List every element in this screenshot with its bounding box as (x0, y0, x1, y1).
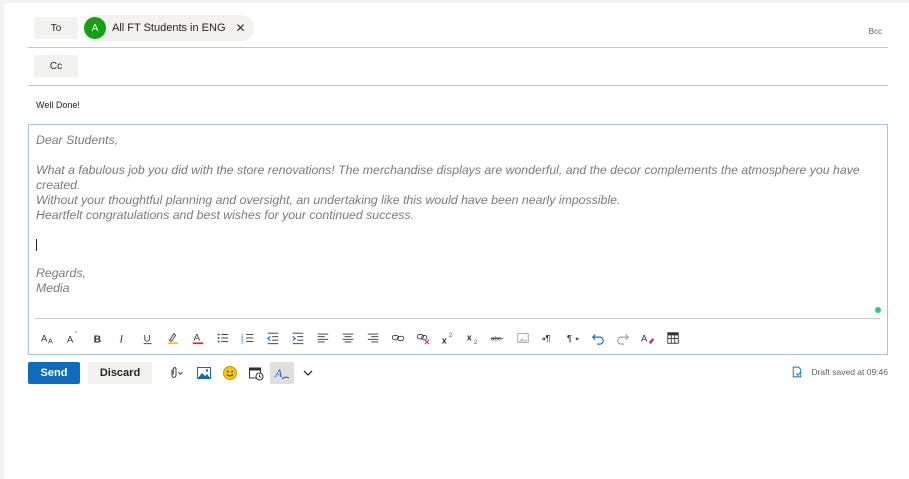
image-icon[interactable] (510, 328, 535, 348)
top-edge (0, 0, 909, 3)
svg-text:I: I (118, 334, 123, 345)
subject-field[interactable]: Well Done! (36, 100, 80, 110)
emoji-icon[interactable] (218, 362, 242, 384)
increase-indent-icon[interactable] (285, 328, 310, 348)
table-icon[interactable] (660, 328, 685, 348)
svg-text:x: x (466, 333, 471, 343)
recipient-name: All FT Students in ENG (112, 22, 226, 34)
editor-icon[interactable]: A (270, 362, 294, 384)
svg-text:¶: ¶ (566, 334, 571, 345)
redo-icon[interactable] (610, 328, 635, 348)
italic-icon[interactable]: I (110, 328, 135, 348)
svg-text:3: 3 (241, 339, 244, 344)
superscript-icon[interactable]: x2 (435, 328, 460, 348)
cc-button[interactable]: Cc (34, 55, 78, 77)
text-caret (36, 239, 37, 251)
subscript-icon[interactable]: x2 (460, 328, 485, 348)
body-line-2: Without your thoughtful planning and ove… (36, 193, 621, 207)
svg-text:A: A (274, 366, 283, 380)
bullets-icon[interactable] (210, 328, 235, 348)
svg-text:A: A (41, 334, 48, 345)
send-button[interactable]: Send (28, 362, 80, 384)
svg-text:ˇ: ˇ (74, 332, 77, 339)
align-center-icon[interactable] (335, 328, 360, 348)
clear-format-icon[interactable]: A (635, 328, 660, 348)
align-left-icon[interactable] (310, 328, 335, 348)
svg-text:U: U (143, 334, 150, 345)
svg-text:A: A (193, 333, 200, 344)
svg-text:2: 2 (473, 339, 477, 345)
bold-icon[interactable]: B (85, 328, 110, 348)
svg-text:x: x (441, 335, 446, 345)
align-right-icon[interactable] (360, 328, 385, 348)
draft-saved-icon (793, 366, 802, 378)
schedule-icon[interactable] (244, 362, 268, 384)
closing: Regards, (36, 266, 86, 280)
strikethrough-icon[interactable]: abc (485, 328, 510, 348)
remove-recipient-icon[interactable]: ✕ (236, 22, 246, 34)
discard-button[interactable]: Discard (88, 362, 152, 384)
svg-text:2: 2 (448, 332, 452, 339)
greeting: Dear Students, (36, 133, 119, 147)
draft-status: Draft saved at 09:46 (791, 366, 888, 378)
body-line-3: Heartfelt congratulations and best wishe… (36, 208, 414, 222)
message-body-editor[interactable]: Dear Students, What a fabulous job you d… (28, 124, 888, 355)
to-button[interactable]: To (34, 17, 78, 39)
svg-text:abc: abc (491, 336, 501, 343)
svg-text:A: A (48, 338, 53, 345)
status-dot (875, 307, 881, 313)
bcc-link[interactable]: Bcc (869, 27, 882, 36)
numbering-icon[interactable]: 123 (235, 328, 260, 348)
body-line-1: What a fabulous job you did with the sto… (36, 163, 860, 192)
avatar: A (84, 17, 106, 39)
highlight-icon[interactable] (160, 328, 185, 348)
compose-actions: Send Discard A (28, 362, 320, 384)
decrease-font-icon[interactable]: Aˇ (60, 328, 85, 348)
font-color-icon[interactable]: A (185, 328, 210, 348)
svg-text:A: A (66, 334, 73, 345)
more-options-chevron-icon[interactable] (296, 362, 320, 384)
recipient-chip[interactable]: A All FT Students in ENG ✕ (84, 15, 254, 41)
cc-row: Cc (28, 48, 888, 86)
ltr-icon[interactable]: ¶ (535, 328, 560, 348)
format-toolbar: AA Aˇ B I U A 123 x2 x2 abc ¶ ¶ A (35, 328, 685, 348)
left-edge (0, 0, 4, 479)
insert-picture-icon[interactable] (192, 362, 216, 384)
font-size-icon[interactable]: AA (35, 328, 60, 348)
signature: Media (36, 281, 70, 295)
underline-icon[interactable]: U (135, 328, 160, 348)
svg-text:A: A (641, 334, 648, 345)
link-icon[interactable] (385, 328, 410, 348)
svg-text:B: B (93, 333, 101, 345)
svg-text:¶: ¶ (545, 334, 550, 345)
unlink-icon[interactable] (410, 328, 435, 348)
message-body[interactable]: Dear Students, What a fabulous job you d… (36, 133, 876, 296)
toolbar-divider (35, 318, 880, 319)
draft-status-text: Draft saved at 09:46 (811, 367, 888, 377)
rtl-icon[interactable]: ¶ (560, 328, 585, 348)
subject-row[interactable]: Well Done! (28, 86, 888, 124)
attach-icon[interactable] (162, 362, 190, 384)
to-row: To A All FT Students in ENG ✕ Bcc (28, 8, 888, 48)
undo-icon[interactable] (585, 328, 610, 348)
decrease-indent-icon[interactable] (260, 328, 285, 348)
